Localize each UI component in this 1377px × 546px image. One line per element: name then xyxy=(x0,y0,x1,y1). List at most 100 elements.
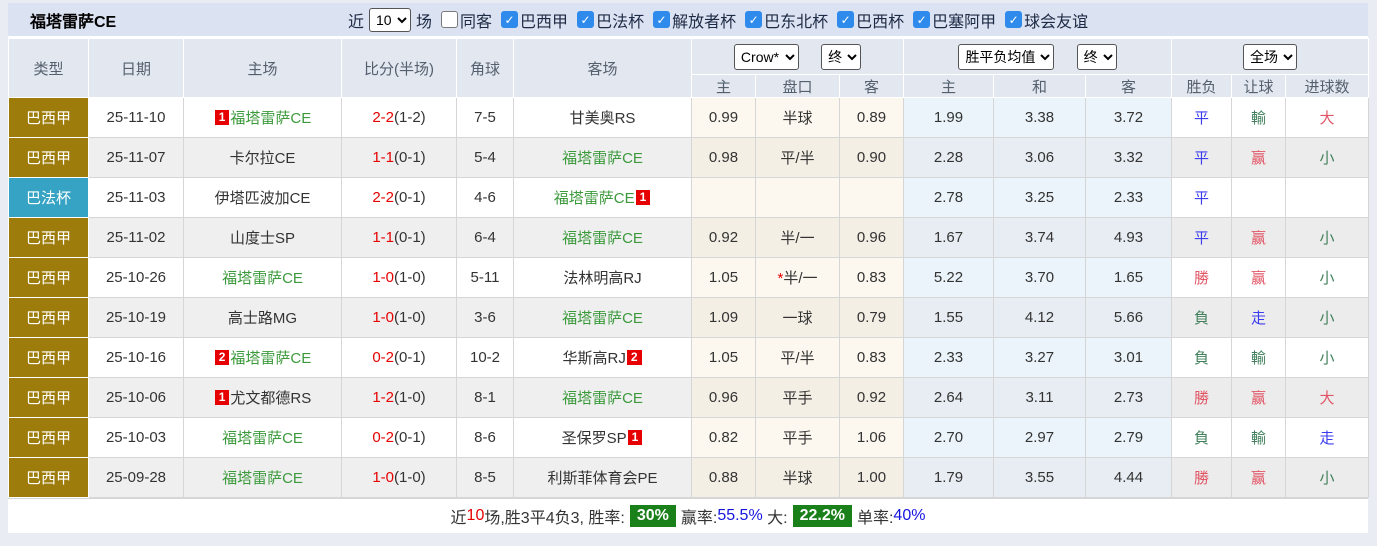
team-name[interactable]: 高士路MG xyxy=(228,310,297,327)
goals-result: 小 xyxy=(1285,337,1370,378)
match-row: 巴法杯 25-11-03 伊塔匹波加CE 2-2(0-1) 4-6 福塔雷萨CE 1 2.78… xyxy=(8,177,1370,218)
subcol-asian-home: 主 xyxy=(691,74,756,98)
same-venue-label[interactable]: 同客 xyxy=(460,8,492,32)
league-type-cell[interactable]: 巴西甲 xyxy=(8,297,89,338)
subcol-outcome: 胜负 xyxy=(1171,74,1233,98)
summary-badge: 30% xyxy=(629,505,676,527)
col-header-corners: 角球 xyxy=(456,38,514,98)
corners-score: 8-6 xyxy=(456,417,514,458)
subcol-europe-draw: 和 xyxy=(993,74,1087,98)
match-row: 巴西甲 25-09-28 福塔雷萨CE 1-0(1-0) 8-5 利斯菲体育会PE 0.88… xyxy=(8,457,1370,498)
asian-company-select[interactable]: Crow* xyxy=(733,43,799,70)
match-score: 2-2(1-2) xyxy=(341,97,457,138)
away-team-cell: 福塔雷萨CE xyxy=(513,377,692,418)
same-venue-checkbox[interactable] xyxy=(441,11,459,28)
team-name[interactable]: 福塔雷萨CE xyxy=(562,390,643,407)
league-type-cell[interactable]: 巴西甲 xyxy=(8,257,89,298)
summary-text: 近 xyxy=(450,510,467,527)
home-team-cell: 福塔雷萨CE xyxy=(183,417,342,458)
europe-away-odds: 3.72 xyxy=(1085,97,1173,138)
home-team-cell: 高士路MG xyxy=(183,297,342,338)
match-row: 巴西甲 25-11-07 卡尔拉CE 1-1(0-1) 5-4 福塔雷萨CE 0.98 平/半… xyxy=(8,137,1370,178)
asian-away-odds: 0.83 xyxy=(838,257,905,298)
league-checkbox[interactable]: ✓ xyxy=(577,11,595,28)
asian-handicap-line: 半球 xyxy=(755,97,840,138)
rank-badge: 2 xyxy=(626,350,642,365)
league-type-cell[interactable]: 巴法杯 xyxy=(8,177,89,218)
league-label[interactable]: 巴西甲 xyxy=(520,8,568,32)
team-name[interactable]: 圣保罗SP xyxy=(562,430,627,447)
team-name[interactable]: 利斯菲体育会PE xyxy=(547,470,657,487)
league-label[interactable]: 巴塞阿甲 xyxy=(932,8,996,32)
league-checkbox[interactable]: ✓ xyxy=(1005,11,1023,28)
team-name[interactable]: 山度士SP xyxy=(230,230,295,247)
asian-home-odds: 1.05 xyxy=(691,257,756,298)
team-name[interactable]: 福塔雷萨CE xyxy=(562,310,643,327)
rank-badge: 1 xyxy=(214,110,230,125)
asian-home-odds: 0.96 xyxy=(691,377,756,418)
away-team-cell: 福塔雷萨CE xyxy=(513,137,692,178)
handicap-result xyxy=(1231,177,1287,218)
subcol-goals: 进球数 xyxy=(1285,74,1370,98)
recent-games-select[interactable]: 10 xyxy=(369,7,412,32)
asian-time-select[interactable]: 终 xyxy=(821,43,862,70)
subcol-europe-away: 客 xyxy=(1085,74,1173,98)
team-name[interactable]: 福塔雷萨CE xyxy=(562,230,643,247)
result-scope-select[interactable]: 全场 xyxy=(1243,43,1298,70)
league-label[interactable]: 巴法杯 xyxy=(596,8,644,32)
europe-company-select[interactable]: 胜平负均值 xyxy=(958,43,1055,70)
league-type-cell[interactable]: 巴西甲 xyxy=(8,377,89,418)
league-type-cell[interactable]: 巴西甲 xyxy=(8,457,89,498)
col-header-score: 比分(半场) xyxy=(341,38,457,98)
league-type-cell[interactable]: 巴西甲 xyxy=(8,137,89,178)
league-checkbox[interactable]: ✓ xyxy=(745,11,763,28)
team-name[interactable]: 福塔雷萨CE xyxy=(222,430,303,447)
match-score: 1-0(1-0) xyxy=(341,297,457,338)
team-name[interactable]: 福塔雷萨CE xyxy=(562,150,643,167)
asian-away-odds: 0.90 xyxy=(838,137,905,178)
team-name[interactable]: 伊塔匹波加CE xyxy=(215,190,311,207)
handicap-result: 赢 xyxy=(1231,137,1287,178)
match-date: 25-10-03 xyxy=(88,417,184,458)
league-checkbox[interactable]: ✓ xyxy=(501,11,519,28)
asian-away-odds: 0.92 xyxy=(838,377,905,418)
team-name[interactable]: 福塔雷萨CE xyxy=(222,470,303,487)
team-name[interactable]: 尤文都德RS xyxy=(230,390,311,407)
result-group-header: 全场 xyxy=(1171,38,1370,75)
goals-result: 小 xyxy=(1285,217,1370,258)
team-name[interactable]: 福塔雷萨CE xyxy=(554,190,635,207)
outcome-result: 平 xyxy=(1171,137,1233,178)
team-name[interactable]: 华斯高RJ xyxy=(562,350,625,367)
league-checkbox[interactable]: ✓ xyxy=(913,11,931,28)
col-header-home: 主场 xyxy=(183,38,342,98)
league-checkbox[interactable]: ✓ xyxy=(653,11,671,28)
league-type-cell[interactable]: 巴西甲 xyxy=(8,97,89,138)
col-header-type: 类型 xyxy=(8,38,89,98)
goals-result: 大 xyxy=(1285,377,1370,418)
home-team-cell: 福塔雷萨CE xyxy=(183,457,342,498)
league-checkbox[interactable]: ✓ xyxy=(837,11,855,28)
europe-home-odds: 5.22 xyxy=(903,257,995,298)
league-label[interactable]: 球会友谊 xyxy=(1024,8,1088,32)
league-type-cell[interactable]: 巴西甲 xyxy=(8,417,89,458)
team-name[interactable]: 法林明高RJ xyxy=(563,270,641,287)
match-score: 1-1(0-1) xyxy=(341,217,457,258)
team-name[interactable]: 卡尔拉CE xyxy=(230,150,296,167)
team-name[interactable]: 福塔雷萨CE xyxy=(222,270,303,287)
league-type-cell[interactable]: 巴西甲 xyxy=(8,337,89,378)
asian-away-odds: 1.00 xyxy=(838,457,905,498)
europe-time-select[interactable]: 终 xyxy=(1076,43,1117,70)
stats-panel: 福塔雷萨CE 近 10 场 同客 ✓ 巴西甲 ✓ 巴法杯 ✓ 解放者杯 ✓ 巴东北杯 ✓ 巴西杯 ✓… xyxy=(8,3,1370,533)
asian-handicap-line: 半/一 xyxy=(755,217,840,258)
match-date: 25-10-16 xyxy=(88,337,184,378)
team-name[interactable]: 甘美奥RS xyxy=(570,110,636,127)
league-label[interactable]: 解放者杯 xyxy=(672,8,736,32)
league-label[interactable]: 巴东北杯 xyxy=(764,8,828,32)
summary-text: 10 xyxy=(466,507,485,524)
match-score: 0-2(0-1) xyxy=(341,417,457,458)
match-score: 1-1(0-1) xyxy=(341,137,457,178)
team-name[interactable]: 福塔雷萨CE xyxy=(230,110,311,127)
league-label[interactable]: 巴西杯 xyxy=(856,8,904,32)
league-type-cell[interactable]: 巴西甲 xyxy=(8,217,89,258)
team-name[interactable]: 福塔雷萨CE xyxy=(230,350,311,367)
